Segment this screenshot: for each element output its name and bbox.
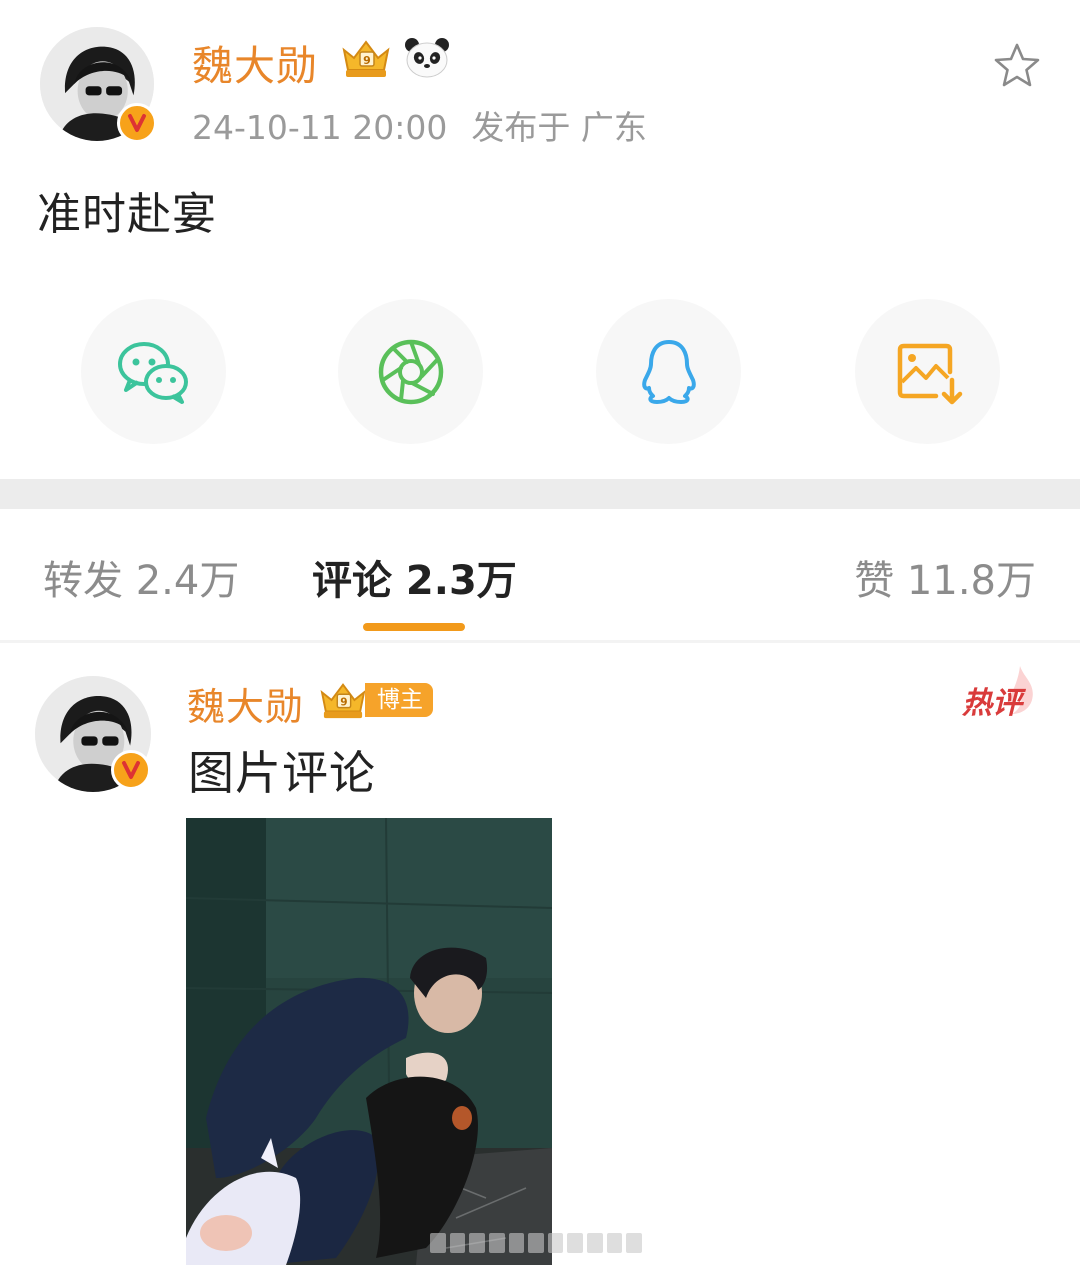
save-image-button[interactable] xyxy=(855,299,1000,444)
wechat-icon xyxy=(117,341,188,404)
svg-text:9: 9 xyxy=(340,697,347,709)
share-qq-button[interactable] xyxy=(596,299,741,444)
hot-comment-badge: 热评 xyxy=(958,664,1040,721)
verified-badge-icon xyxy=(111,750,151,790)
comment-text: 图片评论 xyxy=(188,746,376,800)
blogger-tag-label: 博主 xyxy=(365,683,433,717)
moments-shutter-icon xyxy=(378,339,443,404)
share-moments-button[interactable] xyxy=(338,299,483,444)
tabs-divider xyxy=(0,640,1080,643)
post-author-name[interactable]: 魏大勋 xyxy=(192,32,318,92)
panda-emoji-icon xyxy=(405,38,449,78)
qq-penguin-icon xyxy=(641,339,696,404)
active-tab-indicator xyxy=(363,623,465,631)
share-wechat-button[interactable] xyxy=(81,299,226,444)
verified-badge-icon xyxy=(117,103,157,143)
image-pager-dots xyxy=(430,1233,643,1253)
svg-text:9: 9 xyxy=(363,54,371,67)
post-meta: 24-10-11 20:00 发布于 广东 xyxy=(192,101,647,149)
post-timestamp: 24-10-11 20:00 xyxy=(192,108,448,147)
tab-repost[interactable]: 转发 2.4万 xyxy=(43,548,239,606)
hot-comment-label: 热评 xyxy=(962,686,1022,721)
star-favorite-icon[interactable] xyxy=(991,40,1043,92)
crown-level-icon: 9 xyxy=(320,683,366,719)
tab-comment[interactable]: 评论 2.3万 xyxy=(312,548,517,606)
comment-photo[interactable] xyxy=(186,818,552,1265)
crown-level-icon[interactable]: 9 xyxy=(338,36,394,80)
blogger-tag: 9 博主 xyxy=(315,680,433,720)
post-text: 准时赴宴 xyxy=(37,189,217,240)
save-image-icon xyxy=(897,343,962,404)
post-location: 发布于 广东 xyxy=(471,108,647,147)
tab-like[interactable]: 赞 11.8万 xyxy=(854,548,1036,606)
section-divider xyxy=(0,479,1080,509)
comment-author-name[interactable]: 魏大勋 xyxy=(187,676,304,731)
photo-image xyxy=(186,818,552,1265)
